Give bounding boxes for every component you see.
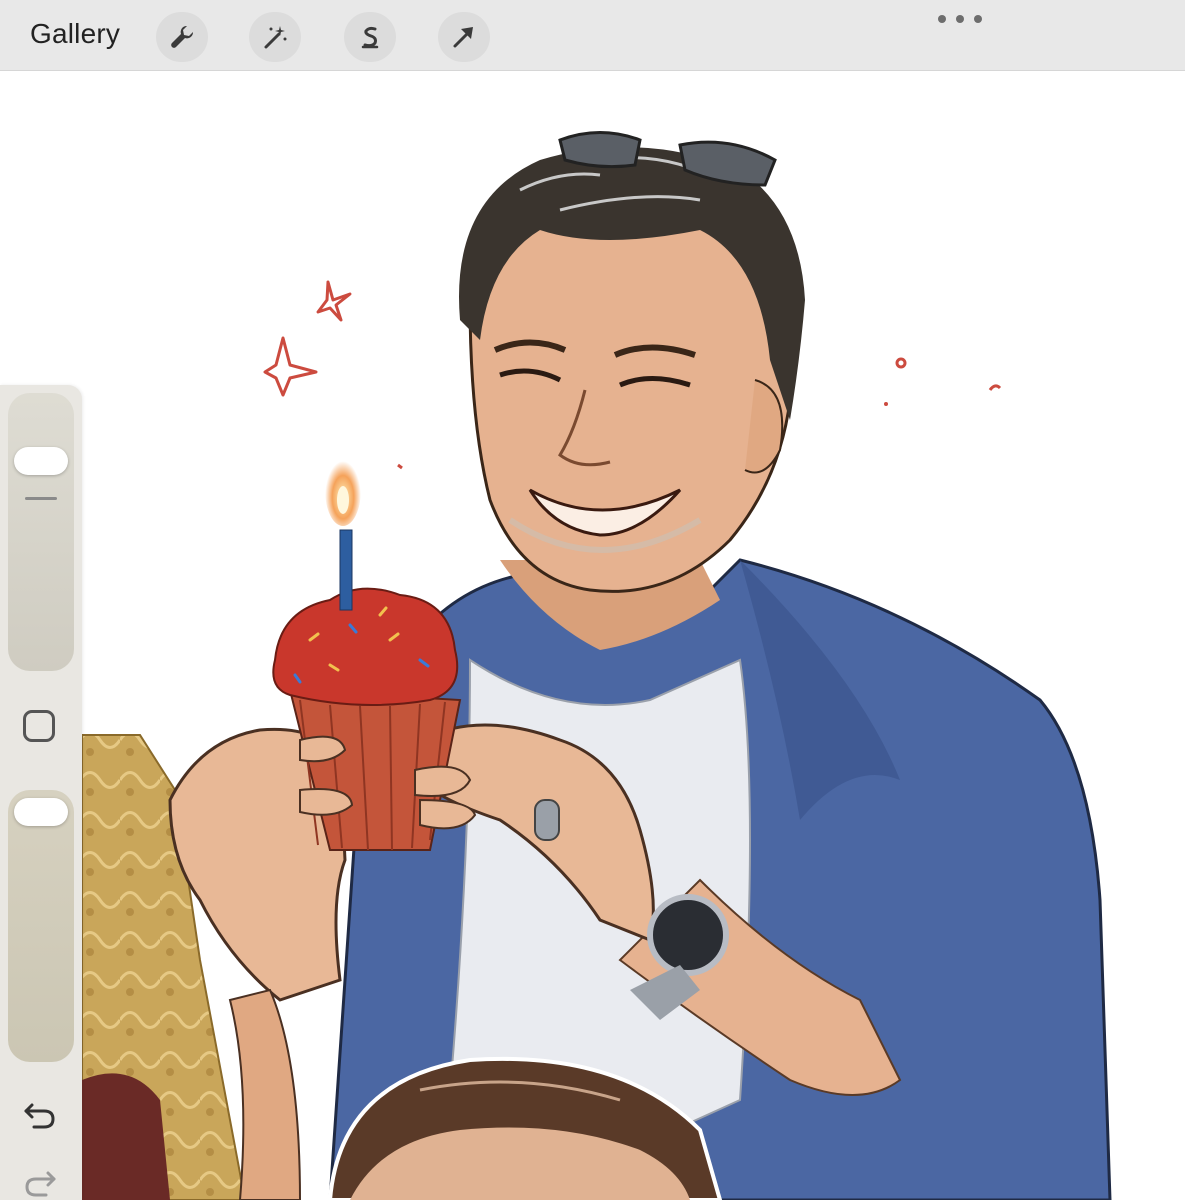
adjustments-button[interactable]	[249, 12, 301, 62]
redo-button[interactable]	[20, 1165, 60, 1199]
drawing-canvas[interactable]	[0, 71, 1185, 1200]
procreate-app: Gallery	[0, 0, 1185, 1200]
illustration	[81, 131, 1112, 1200]
transform-button[interactable]	[438, 12, 490, 62]
undo-button[interactable]	[20, 1097, 60, 1131]
selection-s-icon	[361, 26, 379, 49]
opacity-thumb[interactable]	[14, 798, 68, 826]
left-sidebar	[0, 385, 82, 1200]
more-dots-icon	[938, 15, 946, 23]
magic-wand-icon	[264, 26, 287, 49]
brush-size-thumb[interactable]	[14, 447, 68, 475]
selection-button[interactable]	[344, 12, 396, 62]
arrow-cursor-icon	[453, 27, 473, 48]
brush-size-slider[interactable]	[8, 393, 74, 671]
opacity-slider[interactable]	[8, 790, 74, 1062]
top-toolbar: Gallery	[0, 0, 1185, 71]
undo-arrow-icon	[24, 1103, 55, 1129]
redo-arrow-icon	[25, 1171, 56, 1197]
more-options-button[interactable]	[938, 10, 982, 28]
actions-button[interactable]	[156, 12, 208, 62]
slider-tick	[25, 497, 57, 500]
gallery-button[interactable]: Gallery	[30, 18, 120, 50]
modify-button[interactable]	[23, 710, 55, 742]
wrench-icon	[171, 25, 194, 48]
